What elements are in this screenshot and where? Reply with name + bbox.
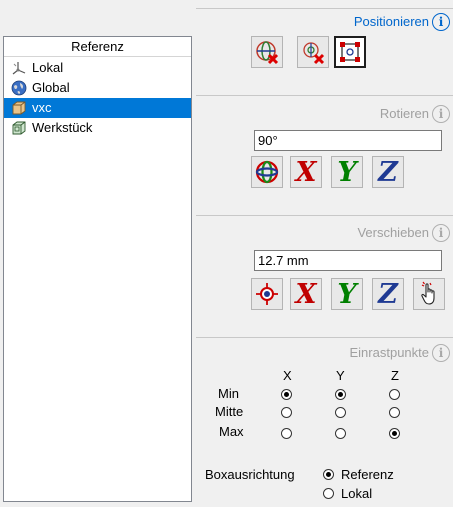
info-icon[interactable]: i <box>432 105 450 123</box>
reset-local-icon <box>300 39 326 65</box>
row-label-mitte: Mitte <box>215 404 244 419</box>
box-alignment-lokal-label[interactable]: Lokal <box>341 486 372 502</box>
move-x-button[interactable]: X <box>290 278 322 310</box>
reference-item-werkstueck[interactable]: Werkstück <box>4 118 191 138</box>
bounding-box-icon <box>338 40 362 64</box>
snap-max-z-radio[interactable] <box>389 428 400 439</box>
hand-pointer-icon <box>417 281 441 307</box>
snap-min-x-radio[interactable] <box>281 389 292 400</box>
reference-list-header: Referenz <box>4 37 191 57</box>
position-bounding-box-button[interactable] <box>334 36 366 68</box>
position-global-button[interactable] <box>251 36 283 68</box>
box-alignment-referenz-label[interactable]: Referenz <box>341 467 394 483</box>
axis-x-label: X <box>295 156 317 188</box>
reference-item-label: vxc <box>32 100 52 115</box>
section-divider <box>196 215 453 216</box>
info-icon[interactable]: i <box>432 13 450 31</box>
axis-y-label: Y <box>337 156 357 188</box>
reference-list-panel: Referenz Lokal Global vxc Werkstück <box>3 36 192 502</box>
rotieren-title: Rotieren i <box>380 104 450 124</box>
row-label-max: Max <box>219 424 244 439</box>
top-divider <box>196 8 453 9</box>
workpiece-icon <box>11 120 27 136</box>
reference-item-label: Lokal <box>32 60 64 75</box>
box-alignment-lokal-radio[interactable] <box>323 488 334 499</box>
axis-y-label: Y <box>337 278 357 310</box>
reset-global-icon <box>254 39 280 65</box>
row-label-min: Min <box>218 386 239 401</box>
column-header-y: Y <box>336 368 345 383</box>
section-divider <box>196 337 453 338</box>
snap-min-z-radio[interactable] <box>389 389 400 400</box>
section-divider <box>196 95 453 96</box>
position-local-button[interactable] <box>297 36 329 68</box>
rotate-z-button[interactable]: Z <box>372 156 404 188</box>
reference-item-lokal[interactable]: Lokal <box>4 58 191 78</box>
info-icon[interactable]: i <box>432 224 450 242</box>
einrastpunkte-title: Einrastpunkte i <box>350 343 450 363</box>
move-z-button[interactable]: Z <box>372 278 404 310</box>
rotate-gizmo-icon <box>254 159 280 185</box>
axis-z-label: Z <box>378 278 398 310</box>
reference-item-vxc[interactable]: vxc <box>4 98 191 118</box>
rotate-gizmo-button[interactable] <box>251 156 283 188</box>
verschieben-title: Verschieben i <box>357 223 450 243</box>
move-pick-button[interactable] <box>413 278 445 310</box>
globe-icon <box>11 80 27 96</box>
column-header-x: X <box>283 368 292 383</box>
reference-item-global[interactable]: Global <box>4 78 191 98</box>
snap-min-y-radio[interactable] <box>335 389 346 400</box>
local-axes-icon <box>11 60 27 76</box>
rotate-y-button[interactable]: Y <box>331 156 363 188</box>
rotate-x-button[interactable]: X <box>290 156 322 188</box>
snap-mitte-x-radio[interactable] <box>281 407 292 418</box>
rotation-angle-field[interactable]: 90° <box>254 130 442 151</box>
reference-item-label: Global <box>32 80 70 95</box>
box-alignment-referenz-radio[interactable] <box>323 469 334 480</box>
axis-z-label: Z <box>378 156 398 188</box>
box-alignment-label: Boxausrichtung <box>205 467 295 482</box>
column-header-z: Z <box>391 368 399 383</box>
snap-mitte-z-radio[interactable] <box>389 407 400 418</box>
snap-mitte-y-radio[interactable] <box>335 407 346 418</box>
info-icon[interactable]: i <box>432 344 450 362</box>
move-target-button[interactable] <box>251 278 283 310</box>
positionieren-title: Positionieren i <box>354 12 450 32</box>
snap-max-x-radio[interactable] <box>281 428 292 439</box>
axis-x-label: X <box>295 278 317 310</box>
reference-item-label: Werkstück <box>32 120 93 135</box>
translation-distance-field[interactable]: 12.7 mm <box>254 250 442 271</box>
target-icon <box>254 281 280 307</box>
snap-max-y-radio[interactable] <box>335 428 346 439</box>
move-y-button[interactable]: Y <box>331 278 363 310</box>
reference-list: Lokal Global vxc Werkstück <box>4 57 191 138</box>
part-box-icon <box>11 100 27 116</box>
